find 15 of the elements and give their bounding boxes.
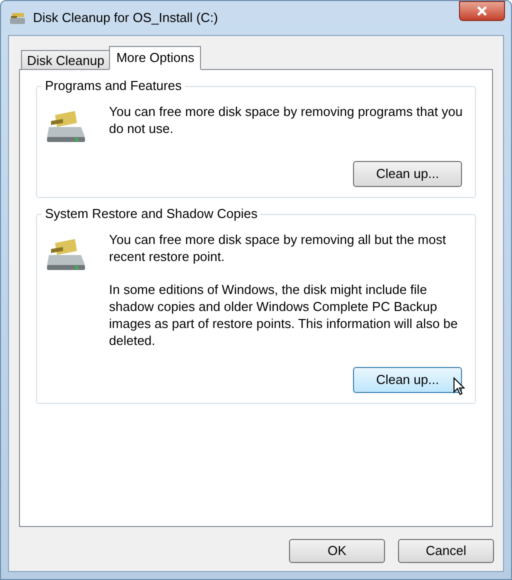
disk-broom-icon [9, 11, 27, 25]
window-title: Disk Cleanup for OS_Install (C:) [33, 9, 218, 28]
dialog-button[interactable]: OK [289, 539, 385, 563]
close-icon [476, 6, 488, 16]
clean-up-button[interactable]: Clean up... [353, 367, 462, 393]
group-title: Programs and Features [42, 78, 185, 94]
tab[interactable]: More Options [109, 46, 202, 70]
mouse-pointer-icon [453, 377, 465, 396]
description-text: In some editions of Windows, the disk might include file shadow copies and older Windows Complete PC Backup images as part of restore points. This information will also be deleted. [109, 281, 459, 349]
clean-up-button[interactable]: Clean up... [353, 161, 462, 187]
close-button[interactable] [459, 1, 505, 21]
description-text: You can free more disk space by removing programs that you do not use. [109, 103, 464, 137]
group-title: System Restore and Shadow Copies [42, 206, 260, 222]
dialog-button[interactable]: Cancel [398, 539, 494, 563]
description-text: You can free more disk space by removing all but the most recent restore point. [109, 231, 447, 265]
